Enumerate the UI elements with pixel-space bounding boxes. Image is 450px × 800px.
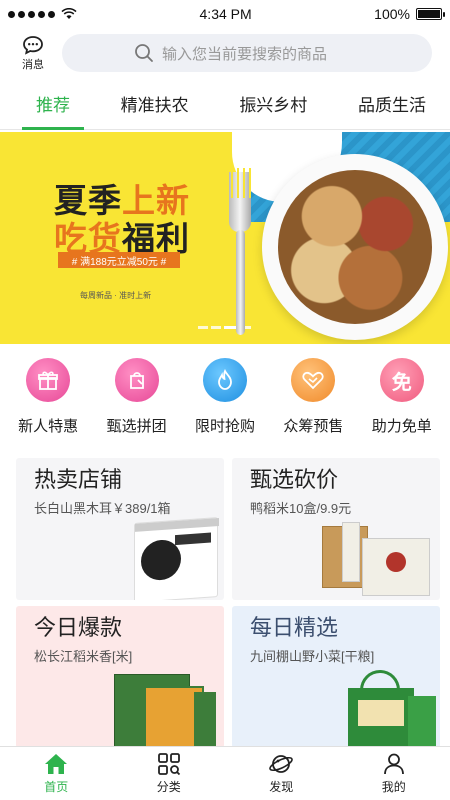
- banner-discount-badge: # 满188元立减50元 #: [58, 252, 180, 268]
- category-new-user-deals[interactable]: 新人特惠: [5, 358, 91, 446]
- shopping-bag-icon: [114, 358, 159, 402]
- category-shortcuts: 新人特惠 甄选拼团 限时抢购 众筹预售 免 助力免单: [0, 358, 450, 446]
- search-row: 消息 输入您当前要搜索的商品: [0, 28, 450, 78]
- card-subtitle: 九间棚山野小菜[干粮]: [250, 649, 375, 664]
- signal-icon: [8, 10, 55, 18]
- banner-title-line2: 吃货福利: [54, 220, 190, 257]
- card-title: 今日爆款: [34, 615, 123, 640]
- gift-icon: [26, 358, 71, 402]
- category-label: 甄选拼团: [106, 418, 167, 435]
- messages-label: 消息: [22, 58, 44, 71]
- bottom-nav: 首页 分类 发现 我的: [0, 746, 450, 800]
- nav-label: 首页: [44, 779, 69, 794]
- product-image-rice-gift-box: [114, 668, 216, 748]
- fork-tines-decoration: [229, 168, 251, 198]
- tab-precision-farming[interactable]: 精准扶农: [107, 78, 203, 129]
- card-todays-hits[interactable]: 今日爆款 松长江稻米香[米]: [16, 606, 224, 748]
- category-label: 众筹预售: [283, 418, 344, 435]
- wifi-icon: [61, 8, 77, 19]
- category-free-order[interactable]: 免 助力免单: [359, 358, 445, 446]
- card-title: 每日精选: [250, 615, 339, 640]
- banner-note: 每周新品 · 准时上新: [80, 291, 152, 300]
- home-icon: [45, 753, 68, 774]
- user-icon: [383, 753, 404, 774]
- status-bar: 4:34 PM 100%: [0, 0, 450, 28]
- nav-mine[interactable]: 我的: [364, 753, 424, 795]
- search-input[interactable]: 输入您当前要搜索的商品: [62, 34, 432, 72]
- status-left: [8, 8, 77, 20]
- card-bargain-picks[interactable]: 甄选砍价 鸭稻米10盒/9.9元: [232, 458, 440, 600]
- discover-planet-icon: [269, 754, 294, 773]
- category-label: 助力免单: [371, 418, 432, 435]
- tab-recommend[interactable]: 推荐: [22, 78, 84, 130]
- nav-discover[interactable]: 发现: [251, 753, 311, 795]
- card-subtitle: 松长江稻米香[米]: [34, 649, 133, 664]
- nav-label: 我的: [381, 779, 406, 794]
- banner-nuts-image: [278, 170, 432, 324]
- feature-cards: 热卖店铺 长白山黑木耳￥389/1箱 甄选砍价 鸭稻米10盒/9.9元 今日爆款…: [16, 458, 440, 748]
- card-subtitle: 长白山黑木耳￥389/1箱: [34, 501, 171, 516]
- messages-button[interactable]: 消息: [18, 35, 48, 72]
- nav-category[interactable]: 分类: [139, 752, 199, 795]
- category-label: 新人特惠: [18, 418, 79, 435]
- card-daily-selection[interactable]: 每日精选 九间棚山野小菜[干粮]: [232, 606, 440, 748]
- category-group-buy[interactable]: 甄选拼团: [94, 358, 180, 446]
- nav-home[interactable]: 首页: [26, 753, 86, 795]
- card-subtitle: 鸭稻米10盒/9.9元: [250, 501, 352, 516]
- status-time: 4:34 PM: [199, 6, 252, 22]
- chat-bubble-icon: [23, 35, 43, 55]
- card-title: 甄选砍价: [250, 467, 339, 492]
- category-label: 限时抢购: [194, 418, 255, 435]
- battery-percent: 100%: [374, 6, 410, 22]
- flame-icon: [202, 358, 247, 402]
- top-tabs: 推荐 精准扶农 振兴乡村 品质生活: [0, 78, 450, 130]
- product-image-rice-boxes: [322, 516, 434, 598]
- banner-title-line1: 夏季上新: [54, 182, 190, 219]
- product-image-fungus-box: [134, 517, 219, 600]
- card-hot-stores[interactable]: 热卖店铺 长白山黑木耳￥389/1箱: [16, 458, 224, 600]
- tab-rural-revival[interactable]: 振兴乡村: [225, 78, 321, 129]
- category-crowdfunding-presale[interactable]: 众筹预售: [270, 358, 356, 446]
- handshake-icon: [291, 358, 336, 402]
- card-title: 热卖店铺: [34, 467, 123, 492]
- nav-label: 分类: [156, 779, 181, 794]
- search-icon: [135, 44, 153, 62]
- free-badge-icon: 免: [379, 358, 424, 402]
- status-right: 100%: [374, 6, 445, 22]
- battery-icon: [415, 8, 445, 20]
- category-grid-icon: [157, 752, 180, 775]
- fork-handle-decoration: [236, 230, 245, 335]
- tab-quality-life[interactable]: 品质生活: [344, 78, 440, 129]
- nav-label: 发现: [269, 779, 294, 794]
- product-image-vegetable-gift-bag: [342, 670, 438, 748]
- search-placeholder: 输入您当前要搜索的商品: [162, 45, 328, 63]
- promo-banner[interactable]: 夏季上新 吃货福利 # 满188元立减50元 # 每周新品 · 准时上新: [0, 132, 450, 344]
- category-flash-sale[interactable]: 限时抢购: [182, 358, 268, 446]
